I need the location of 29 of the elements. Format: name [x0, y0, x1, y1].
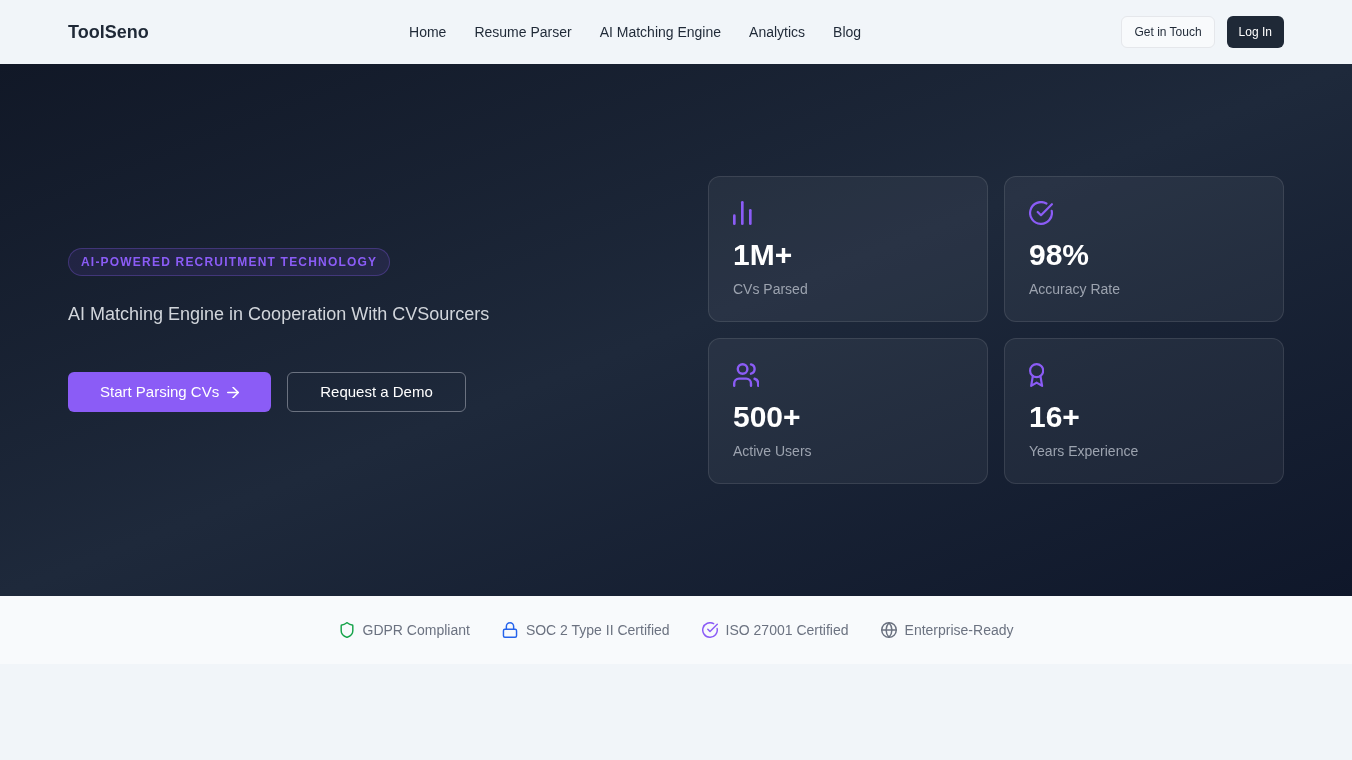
- request-demo-button[interactable]: Request a Demo: [287, 372, 466, 412]
- nav-link[interactable]: Blog: [833, 22, 862, 42]
- nav-link[interactable]: Resume Parser: [474, 22, 572, 42]
- chart-bars-icon: [733, 201, 752, 225]
- hero-subtitle: AI Matching Engine in Cooperation With CVSourcers: [68, 303, 490, 326]
- stat-value: 1M+: [733, 237, 793, 273]
- stat-value: 98%: [1029, 237, 1090, 273]
- logo-text[interactable]: ToolSeno: [68, 18, 149, 46]
- trust-label: SOC 2 Type II Certified: [525, 621, 670, 640]
- trust-label: Enterprise-Ready: [904, 621, 1014, 640]
- nav-link[interactable]: Home: [409, 22, 447, 42]
- stat-value: 500+: [733, 399, 801, 435]
- trust-label: GDPR Compliant: [362, 621, 470, 640]
- trust-label: ISO 27001 Certified: [725, 621, 849, 640]
- users-icon: [733, 363, 760, 387]
- login-button[interactable]: Log In: [1226, 16, 1284, 48]
- stat-label: CVs Parsed: [733, 280, 808, 299]
- stat-label: Years Experience: [1029, 442, 1139, 461]
- stat-value: 16+: [1029, 399, 1080, 435]
- hero-badge: AI-POWERED RECRUITMENT TECHNOLOGY: [68, 248, 391, 276]
- arrow-right-icon: [227, 386, 240, 398]
- award-icon: [1029, 363, 1045, 387]
- nav-link[interactable]: Analytics: [749, 22, 806, 42]
- circle-check-icon: [1029, 201, 1053, 225]
- contact-button[interactable]: Get in Touch: [1121, 16, 1215, 48]
- nav-link[interactable]: AI Matching Engine: [599, 22, 722, 42]
- stat-label: Active Users: [733, 442, 812, 461]
- start-parsing-button[interactable]: Start Parsing CVs: [68, 372, 272, 412]
- stat-label: Accuracy Rate: [1029, 280, 1121, 299]
